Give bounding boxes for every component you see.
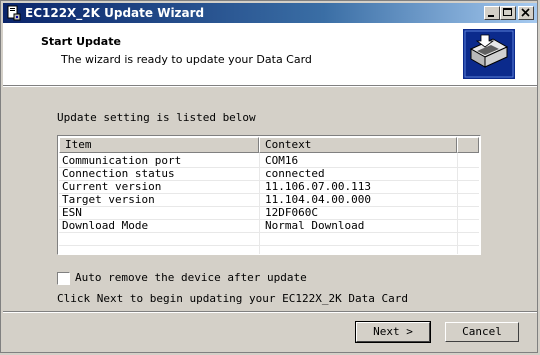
close-icon (521, 8, 530, 17)
cell-context: COM16 (265, 154, 299, 167)
table-row[interactable]: Download Mode Normal Download (59, 219, 479, 232)
cell-item: Connection status (62, 167, 175, 180)
checkbox-box[interactable] (57, 272, 70, 285)
next-button-label: Next > (373, 325, 413, 338)
cancel-button-label: Cancel (462, 325, 502, 338)
minimize-icon (488, 15, 494, 17)
minimize-button[interactable] (484, 6, 500, 20)
column-header-item[interactable]: Item (59, 137, 259, 153)
header-divider (3, 85, 537, 87)
cell-item: Communication port (62, 154, 182, 167)
wizard-header: Start Update The wizard is ready to upda… (3, 23, 537, 85)
window-title: EC122X_2K Update Wizard (25, 6, 205, 20)
table-row[interactable]: Target version 11.104.04.00.000 (59, 193, 479, 206)
cell-context: 11.106.07.00.113 (265, 180, 371, 193)
table-row[interactable]: ESN 12DF060C (59, 206, 479, 219)
maximize-icon (503, 8, 512, 16)
table-header: Item Context (59, 137, 479, 153)
next-button[interactable]: Next > (355, 321, 431, 343)
cell-context: connected (265, 167, 325, 180)
page-subtitle: The wizard is ready to update your Data … (61, 53, 312, 66)
auto-remove-label[interactable]: Auto remove the device after update (75, 271, 307, 285)
cell-context: 11.104.04.00.000 (265, 193, 371, 206)
settings-table[interactable]: Item Context Communication port COM16 Co… (57, 135, 481, 255)
app-icon (7, 5, 21, 21)
row-divider (59, 232, 479, 233)
column-header-filler (457, 137, 479, 153)
cell-item: Target version (62, 193, 155, 206)
column-header-context[interactable]: Context (259, 137, 457, 153)
cell-item: ESN (62, 206, 82, 219)
cancel-button[interactable]: Cancel (445, 322, 519, 342)
cell-item: Current version (62, 180, 162, 193)
row-divider (59, 245, 479, 246)
table-row[interactable]: Connection status connected (59, 167, 479, 180)
cell-context: Normal Download (265, 219, 365, 232)
next-hint-text: Click Next to begin updating your EC122X… (57, 292, 408, 305)
cell-context: 12DF060C (265, 206, 318, 219)
table-row[interactable]: Communication port COM16 (59, 154, 479, 167)
cell-item: Download Mode (62, 219, 149, 232)
table-row[interactable]: Current version 11.106.07.00.113 (59, 180, 479, 193)
title-bar[interactable]: EC122X_2K Update Wizard (3, 3, 537, 23)
footer-divider (3, 311, 537, 313)
wizard-window: EC122X_2K Update Wizard Start Update The… (0, 0, 538, 353)
page-title: Start Update (41, 35, 121, 48)
update-graphic-icon (463, 29, 515, 79)
section-label: Update setting is listed below (57, 111, 256, 124)
close-button[interactable] (518, 6, 534, 20)
maximize-button[interactable] (500, 6, 516, 20)
